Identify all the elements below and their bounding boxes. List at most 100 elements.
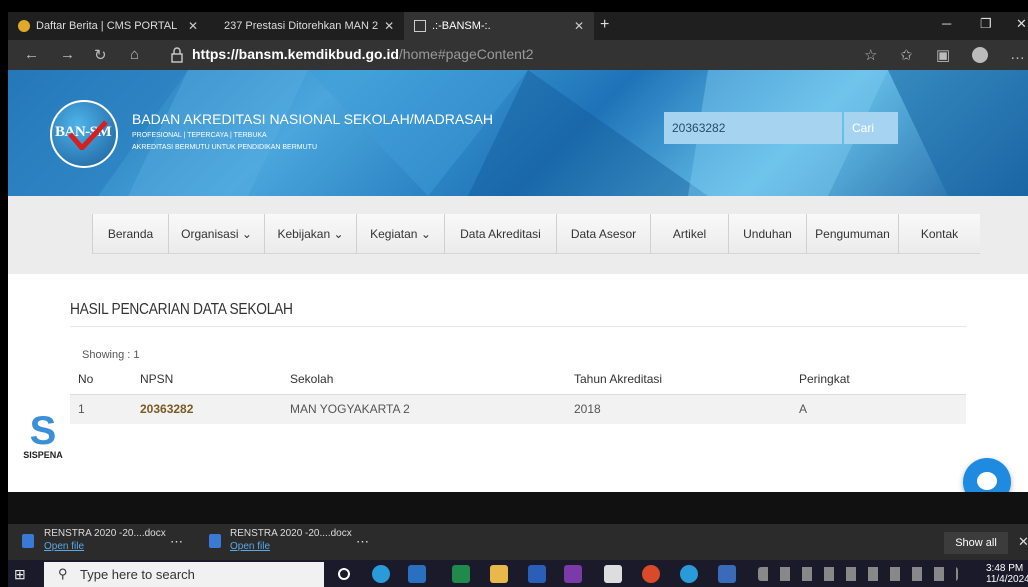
- menu-kebijakan[interactable]: Kebijakan ⌄: [264, 214, 356, 254]
- tab-label: Daftar Berita | CMS PORTAL: [36, 20, 178, 32]
- col-header-sekolah: Sekolah: [290, 372, 334, 386]
- tab-prestasi[interactable]: 237 Prestasi Ditorehkan MAN 2 ✕: [208, 12, 404, 40]
- collections-icon[interactable]: ▣: [936, 46, 950, 64]
- download-bar: RENSTRA 2020 -20....docx Open file ⋯ REN…: [8, 524, 1028, 560]
- menu-unduhan[interactable]: Unduhan: [728, 214, 806, 254]
- chat-bubble-icon: [977, 472, 997, 490]
- close-tab-icon[interactable]: ✕: [188, 19, 198, 33]
- download-item-2[interactable]: RENSTRA 2020 -20....docx Open file: [230, 528, 352, 552]
- col-header-no: No: [78, 372, 94, 386]
- site-tagline: PROFESIONAL | TEPERCAYA | TERBUKA: [132, 132, 267, 139]
- forward-icon[interactable]: →: [60, 46, 75, 63]
- page-icon: [414, 20, 426, 32]
- minimize-icon[interactable]: ─: [942, 16, 951, 31]
- new-tab-icon[interactable]: +: [600, 16, 609, 34]
- photos-icon[interactable]: [718, 565, 736, 583]
- url-field[interactable]: https://bansm.kemdikbud.go.id/home#pageC…: [192, 46, 534, 62]
- tab-bansm[interactable]: .:-BANSM-:. ✕: [404, 12, 594, 40]
- tab-bar: Daftar Berita | CMS PORTAL ✕ 237 Prestas…: [8, 12, 1028, 40]
- bansm-logo[interactable]: BAN-SM: [50, 100, 118, 168]
- powerpoint-icon[interactable]: [642, 565, 660, 583]
- sispena-widget[interactable]: S SISPENA: [18, 409, 68, 460]
- telegram-icon[interactable]: [680, 565, 698, 583]
- search-button[interactable]: Cari: [844, 112, 898, 144]
- cell-npsn-link[interactable]: 20363282: [140, 402, 193, 416]
- clock-time: 3:48 PM: [986, 563, 1024, 574]
- close-download-bar-icon[interactable]: ✕: [1018, 534, 1028, 550]
- favorites-icon[interactable]: ✩: [900, 46, 913, 64]
- main-menu: Beranda Organisasi ⌄ Kebijakan ⌄ Kegiata…: [8, 196, 1028, 274]
- close-tab-icon[interactable]: ✕: [384, 19, 394, 33]
- lock-icon: [171, 47, 183, 63]
- page-footer: [8, 492, 1028, 524]
- word-doc-icon: [22, 534, 34, 548]
- menu-kegiatan[interactable]: Kegiatan ⌄: [356, 214, 444, 254]
- show-all-button[interactable]: Show all: [944, 532, 1008, 554]
- sispena-logo: S: [29, 409, 57, 453]
- system-tray-icons[interactable]: [758, 567, 958, 581]
- word-doc-icon: [209, 534, 221, 548]
- results-count: Showing : 1: [82, 349, 140, 361]
- tab-label: 237 Prestasi Ditorehkan MAN 2: [224, 20, 379, 32]
- more-options-icon[interactable]: ⋯: [170, 534, 183, 550]
- clock-date: 11/4/2024: [986, 574, 1028, 585]
- menu-organisasi[interactable]: Organisasi ⌄: [168, 214, 264, 254]
- menu-kontak[interactable]: Kontak: [898, 214, 980, 254]
- menu-data-asesor[interactable]: Data Asesor: [556, 214, 650, 254]
- col-header-npsn: NPSN: [140, 372, 174, 386]
- profile-avatar[interactable]: [972, 47, 988, 63]
- store-icon[interactable]: [604, 565, 622, 583]
- edge-icon[interactable]: [372, 565, 390, 583]
- app-icon[interactable]: [408, 565, 426, 583]
- search-icon: ⚲: [58, 566, 68, 581]
- more-icon[interactable]: …: [1010, 46, 1025, 63]
- download-item-1[interactable]: RENSTRA 2020 -20....docx Open file: [44, 528, 166, 552]
- word-icon[interactable]: [528, 565, 546, 583]
- open-file-link[interactable]: Open file: [230, 541, 352, 552]
- menu-artikel[interactable]: Artikel: [650, 214, 728, 254]
- site-motto: AKREDITASI BERMUTU UNTUK PENDIDIKAN BERM…: [132, 144, 317, 151]
- table-row: [70, 394, 966, 424]
- menu-data-akreditasi[interactable]: Data Akreditasi: [444, 214, 556, 254]
- menu-pengumuman[interactable]: Pengumuman: [806, 214, 898, 254]
- url-host: https://bansm.kemdikbud.go.id: [192, 46, 399, 62]
- close-tab-icon[interactable]: ✕: [574, 19, 584, 33]
- results-heading: HASIL PENCARIAN DATA SEKOLAH: [70, 301, 293, 318]
- checkmark-icon: [68, 120, 108, 150]
- tab-label: .:-BANSM-:.: [432, 20, 491, 32]
- npsn-search-input[interactable]: [664, 112, 842, 144]
- address-bar: ← → ↻ ⌂ https://bansm.kemdikbud.go.id/ho…: [8, 40, 1028, 70]
- download-filename: RENSTRA 2020 -20....docx: [230, 528, 352, 539]
- restore-icon[interactable]: ❐: [980, 16, 992, 32]
- download-filename: RENSTRA 2020 -20....docx: [44, 528, 166, 539]
- open-file-link[interactable]: Open file: [44, 541, 166, 552]
- refresh-icon[interactable]: ↻: [94, 46, 107, 64]
- cell-sekolah: MAN YOGYAKARTA 2: [290, 402, 410, 416]
- tab-daftar-berita[interactable]: Daftar Berita | CMS PORTAL ✕: [8, 12, 208, 40]
- url-path: /home#pageContent2: [398, 46, 534, 62]
- col-header-peringkat: Peringkat: [799, 372, 850, 386]
- sispena-label: SISPENA: [23, 450, 63, 460]
- close-window-icon[interactable]: ✕: [1016, 16, 1027, 32]
- windows-start-icon[interactable]: ⊞: [14, 566, 26, 583]
- cell-tahun: 2018: [574, 402, 601, 416]
- windows-taskbar: ⊞ ⚲ Type here to search 3:48 PM 11/4/202…: [8, 560, 1028, 587]
- cell-no: 1: [78, 402, 85, 416]
- home-icon[interactable]: ⌂: [130, 46, 139, 63]
- excel-icon[interactable]: [452, 565, 470, 583]
- browser-window: Daftar Berita | CMS PORTAL ✕ 237 Prestas…: [8, 12, 1028, 587]
- onenote-icon[interactable]: [564, 565, 582, 583]
- col-header-tahun: Tahun Akreditasi: [574, 372, 663, 386]
- menu-beranda[interactable]: Beranda: [92, 214, 168, 254]
- site-title: BADAN AKREDITASI NASIONAL SEKOLAH/MADRAS…: [132, 111, 493, 127]
- taskbar-search-placeholder: Type here to search: [80, 567, 195, 582]
- back-icon[interactable]: ←: [24, 46, 39, 63]
- taskbar-search-box[interactable]: ⚲ Type here to search: [44, 562, 324, 587]
- more-options-icon[interactable]: ⋯: [356, 534, 369, 550]
- taskbar-clock[interactable]: 3:48 PM 11/4/2024: [986, 563, 1028, 585]
- divider: [70, 326, 966, 327]
- cell-peringkat: A: [799, 402, 808, 416]
- file-explorer-icon[interactable]: [490, 565, 508, 583]
- favorite-star-icon[interactable]: ☆: [864, 46, 877, 64]
- cortana-icon[interactable]: [338, 568, 350, 580]
